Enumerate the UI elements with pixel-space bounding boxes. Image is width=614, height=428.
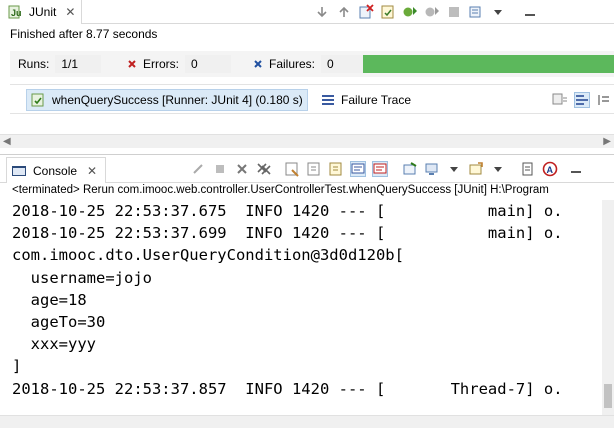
scroll-lock-icon[interactable] [306, 161, 322, 177]
svg-text:A: A [547, 165, 554, 175]
console-tab-bar: Console ✕ A [0, 155, 614, 183]
console-line: 2018-10-25 22:53:37.699 INFO 1420 --- [ … [12, 224, 563, 243]
errors-label: Errors: [143, 57, 179, 71]
show-on-stdout-icon[interactable] [350, 161, 366, 177]
console-horizontal-scrollbar[interactable] [0, 415, 614, 428]
show-on-stderr-icon[interactable] [372, 161, 388, 177]
clear-console-icon[interactable] [284, 161, 300, 177]
console-view: Console ✕ A <terminated> Rerun com.imooc… [0, 154, 614, 428]
minimize-icon[interactable] [522, 4, 538, 20]
remove-all-terminated-icon[interactable] [256, 161, 272, 177]
chevron-down-icon[interactable] [490, 161, 506, 177]
test-success-icon [31, 92, 47, 108]
console-tab[interactable]: Console ✕ [6, 157, 107, 183]
scroll-left-icon[interactable]: ◀ [3, 136, 11, 147]
junit-toolbar [314, 0, 538, 24]
chevron-down-icon[interactable] [446, 161, 462, 177]
error-icon [124, 56, 140, 72]
test-progress-bar [363, 55, 614, 73]
test-run-history-icon[interactable] [468, 4, 484, 20]
test-hierarchy-tabs: whenQuerySuccess [Runner: JUnit 4] (0.18… [10, 84, 614, 114]
console-line: ] [12, 357, 22, 376]
failures-label: Failures: [269, 57, 316, 71]
runs-value: 1/1 [55, 55, 102, 73]
svg-text:Ju: Ju [11, 8, 22, 18]
remove-terminated-icon[interactable] [234, 161, 250, 177]
open-console-icon[interactable] [468, 161, 484, 177]
junit-view: Ju JUnit ✕ Finished after 8.77 seconds R… [0, 0, 614, 152]
stop-icon[interactable] [446, 4, 462, 20]
minimize-icon[interactable] [568, 161, 584, 177]
pin-console-icon[interactable] [402, 161, 418, 177]
junit-status: Finished after 8.77 seconds [10, 27, 158, 41]
failures-value: 0 [321, 55, 368, 73]
console-icon [11, 163, 27, 179]
console-line: xxx=yyy [12, 335, 96, 354]
close-icon[interactable]: ✕ [87, 164, 97, 178]
console-vertical-scrollbar[interactable] [602, 200, 614, 415]
stack-trace-icon [320, 92, 336, 108]
errors-counter: Errors: 0 [116, 53, 238, 75]
close-icon[interactable]: ✕ [65, 5, 75, 19]
failure-trace-label: Failure Trace [341, 93, 412, 107]
console-line: com.imooc.dto.UserQueryCondition@3d0d120… [12, 246, 404, 265]
test-result-label: whenQuerySuccess [Runner: JUnit 4] (0.18… [52, 93, 303, 107]
show-failures-only-icon[interactable] [358, 4, 374, 20]
failure-trace-tab[interactable]: Failure Trace [316, 89, 415, 111]
console-toolbar: A [190, 157, 584, 181]
compare-results-icon[interactable] [552, 92, 568, 108]
console-line: 2018-10-25 22:53:37.675 INFO 1420 --- [ … [12, 202, 563, 220]
junit-horizontal-scrollbar[interactable]: ◀ ▶ [0, 134, 614, 148]
display-selected-console-icon[interactable] [424, 161, 440, 177]
scroll-right-icon[interactable]: ▶ [603, 136, 611, 147]
chevron-down-icon[interactable] [490, 4, 506, 20]
terminate-icon[interactable] [212, 161, 228, 177]
filter-stack-trace-icon[interactable] [574, 92, 590, 108]
runs-counter: Runs: 1/1 [10, 53, 110, 75]
copy-console-icon[interactable] [520, 161, 536, 177]
console-terminated-status: <terminated> Rerun com.imooc.web.control… [12, 184, 549, 196]
next-failure-icon[interactable] [314, 4, 330, 20]
word-wrap-icon[interactable] [328, 161, 344, 177]
console-line: ageTo=30 [12, 312, 106, 331]
console-line: 2018-10-25 22:53:37.857 INFO 1420 --- [ … [12, 379, 563, 398]
test-result-tab[interactable]: whenQuerySuccess [Runner: JUnit 4] (0.18… [26, 89, 308, 111]
scrollbar-thumb[interactable] [604, 384, 612, 408]
trace-toolbar [552, 88, 612, 112]
rerun-failures-first-icon[interactable] [424, 4, 440, 20]
junit-icon: Ju [8, 4, 24, 20]
copy-trace-icon[interactable] [596, 92, 612, 108]
runs-label: Runs: [18, 57, 50, 71]
failures-counter: Failures: 0 [244, 53, 368, 75]
junit-tab[interactable]: Ju JUnit ✕ [0, 0, 83, 24]
failure-icon [250, 56, 266, 72]
console-line: age=18 [12, 290, 87, 309]
java-app-icon[interactable]: A [542, 161, 558, 177]
scroll-lock-icon[interactable] [380, 4, 396, 20]
previous-failure-icon[interactable] [336, 4, 352, 20]
console-tab-label: Console [33, 163, 78, 178]
remove-launch-icon[interactable] [190, 161, 206, 177]
junit-counters: Runs: 1/1 Errors: 0 Failures: 0 [10, 51, 614, 77]
junit-tab-bar: Ju JUnit ✕ [0, 0, 614, 24]
errors-value: 0 [185, 55, 231, 73]
console-output[interactable]: 2018-10-25 22:53:37.675 INFO 1420 --- [ … [12, 200, 602, 415]
junit-tab-label: JUnit [29, 5, 57, 19]
rerun-test-icon[interactable] [402, 4, 418, 20]
console-line: username=jojo [12, 268, 152, 287]
